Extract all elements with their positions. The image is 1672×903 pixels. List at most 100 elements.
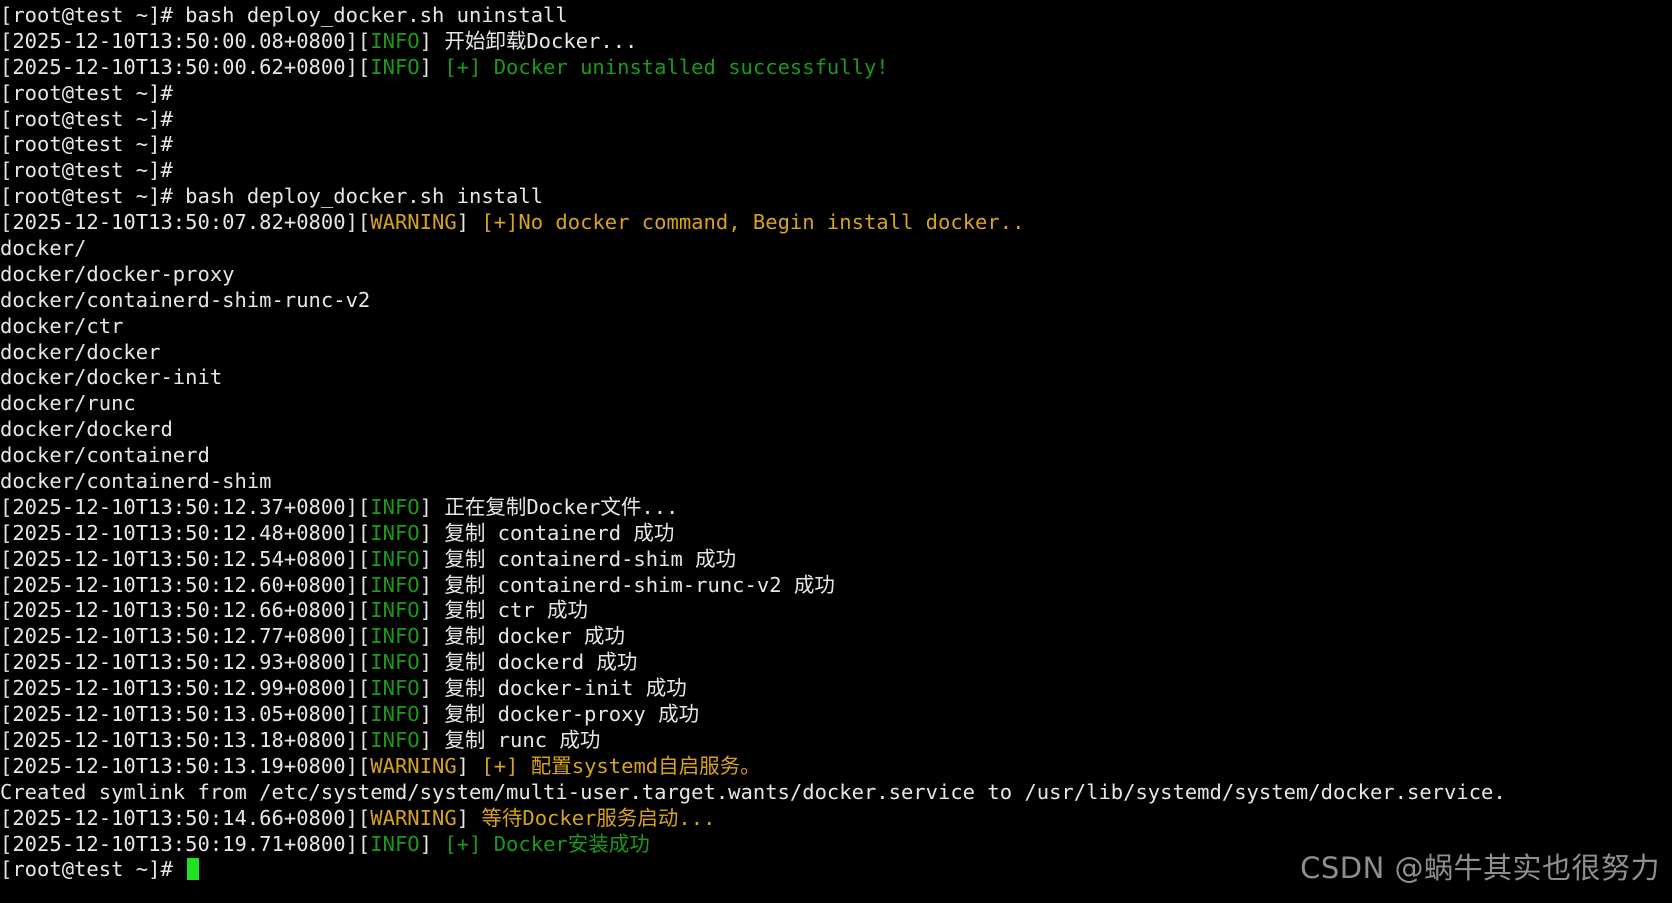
terminal-line: [2025-12-10T13:50:13.18+0800][INFO] 复制 r… [0, 728, 1672, 754]
terminal-line: [root@test ~]# [0, 107, 1672, 133]
terminal-line: [root@test ~]# [0, 158, 1672, 184]
log-level-warning: 等待Docker服务启动... [481, 805, 716, 830]
line-text: [2025-12-10T13:50:12.60+0800][ [0, 572, 371, 597]
line-text: [2025-12-10T13:50:12.77+0800][ [0, 624, 371, 649]
line-text: docker/containerd-shim-runc-v2 [0, 287, 371, 312]
terminal-line: [2025-12-10T13:50:07.82+0800][WARNING] [… [0, 210, 1672, 236]
line-text: ] 复制 containerd 成功 [419, 520, 675, 545]
log-level-info: INFO [370, 520, 420, 545]
line-text: docker/docker-init [0, 365, 223, 390]
line-text: ] 复制 docker-proxy 成功 [419, 702, 700, 727]
terminal-line: [root@test ~]# [0, 132, 1672, 158]
line-text: [root@test ~]# [0, 106, 173, 131]
line-text: [+] Docker安装成功 [444, 831, 650, 856]
terminal-line: [2025-12-10T13:50:00.08+0800][INFO] 开始卸载… [0, 29, 1672, 55]
line-text: docker/ [0, 236, 87, 261]
line-text: ] 复制 runc 成功 [419, 727, 601, 752]
log-level-info: INFO [370, 676, 420, 701]
line-text: [2025-12-10T13:50:13.18+0800][ [0, 727, 371, 752]
terminal-line: [2025-12-10T13:50:14.66+0800][WARNING] 等… [0, 806, 1672, 832]
log-level-info: INFO [370, 28, 420, 53]
line-text: ] 复制 docker 成功 [419, 624, 626, 649]
terminal-line: [2025-12-10T13:50:12.77+0800][INFO] 复制 d… [0, 624, 1672, 650]
line-text: docker/containerd [0, 443, 210, 468]
line-text: ] [456, 210, 482, 235]
line-text: ] 复制 ctr 成功 [419, 598, 589, 623]
text-cursor [187, 858, 200, 881]
terminal-output[interactable]: [root@test ~]# bash deploy_docker.sh uni… [0, 3, 1672, 903]
log-level-warning: WARNING [370, 805, 457, 830]
line-text: ] 复制 docker-init 成功 [419, 676, 687, 701]
log-level-info: INFO [370, 494, 420, 519]
terminal-line: [root@test ~]# [0, 81, 1672, 107]
line-text: [2025-12-10T13:50:19.71+0800][ [0, 831, 371, 856]
line-text: ] 复制 dockerd 成功 [419, 650, 638, 675]
terminal-line: [2025-12-10T13:50:12.37+0800][INFO] 正在复制… [0, 495, 1672, 521]
terminal-line: docker/containerd-shim-runc-v2 [0, 288, 1672, 314]
terminal-line: docker/containerd-shim [0, 469, 1672, 495]
terminal-line: [2025-12-10T13:50:12.66+0800][INFO] 复制 c… [0, 598, 1672, 624]
line-text: docker/ctr [0, 313, 124, 338]
line-text: [root@test ~]# [0, 132, 173, 157]
log-level-warning: [+]No docker command, Begin install dock… [481, 210, 1025, 235]
line-text: ] 复制 containerd-shim 成功 [419, 546, 737, 571]
log-level-info: INFO [370, 54, 420, 79]
line-text: ] [419, 54, 445, 79]
line-text: [2025-12-10T13:50:12.37+0800][ [0, 494, 371, 519]
line-text: [2025-12-10T13:50:07.82+0800][ [0, 210, 371, 235]
terminal-line: [2025-12-10T13:50:13.05+0800][INFO] 复制 d… [0, 702, 1672, 728]
log-level-info: INFO [370, 572, 420, 597]
line-text: docker/dockerd [0, 417, 173, 442]
line-text: ] 正在复制Docker文件... [419, 494, 679, 519]
terminal-lines: [root@test ~]# bash deploy_docker.sh uni… [0, 3, 1672, 857]
line-text: ] 开始卸载Docker... [419, 28, 638, 53]
log-level-warning: WARNING [370, 753, 457, 778]
log-level-info: INFO [370, 598, 420, 623]
line-text: [2025-12-10T13:50:13.19+0800][ [0, 753, 371, 778]
terminal-line: docker/ctr [0, 314, 1672, 340]
line-text: ] 复制 containerd-shim-runc-v2 成功 [419, 572, 835, 597]
csdn-watermark: CSDN @蜗牛其实也很努力 [1300, 851, 1660, 885]
line-text: [root@test ~]# [0, 80, 173, 105]
terminal-line: docker/dockerd [0, 417, 1672, 443]
terminal-line: [2025-12-10T13:50:12.60+0800][INFO] 复制 c… [0, 573, 1672, 599]
prompt-text: [root@test ~]# [0, 857, 186, 882]
line-text: [2025-12-10T13:50:13.05+0800][ [0, 702, 371, 727]
terminal-line: Created symlink from /etc/systemd/system… [0, 780, 1672, 806]
log-level-info: INFO [370, 702, 420, 727]
terminal-line: docker/docker-proxy [0, 262, 1672, 288]
line-text: ] [456, 805, 482, 830]
line-text: [2025-12-10T13:50:14.66+0800][ [0, 805, 371, 830]
terminal-line: [2025-12-10T13:50:12.93+0800][INFO] 复制 d… [0, 650, 1672, 676]
terminal-line: docker/containerd [0, 443, 1672, 469]
line-text: docker/docker [0, 339, 161, 364]
terminal-line: [2025-12-10T13:50:12.48+0800][INFO] 复制 c… [0, 521, 1672, 547]
line-text: [root@test ~]# [0, 158, 173, 183]
line-text: [root@test ~]# bash deploy_docker.sh uni… [0, 3, 568, 27]
line-text: [2025-12-10T13:50:00.08+0800][ [0, 28, 371, 53]
terminal-line: docker/runc [0, 391, 1672, 417]
line-text: ] [419, 831, 445, 856]
line-text: ] [456, 753, 482, 778]
terminal-line: [root@test ~]# bash deploy_docker.sh ins… [0, 184, 1672, 210]
log-level-info: INFO [370, 650, 420, 675]
terminal-line: [2025-12-10T13:50:00.62+0800][INFO] [+] … [0, 55, 1672, 81]
line-text: [2025-12-10T13:50:12.99+0800][ [0, 676, 371, 701]
line-text: Created symlink from /etc/systemd/system… [0, 779, 1506, 804]
terminal-line: docker/docker [0, 340, 1672, 366]
line-text: [2025-12-10T13:50:00.62+0800][ [0, 54, 371, 79]
line-text: [2025-12-10T13:50:12.48+0800][ [0, 520, 371, 545]
line-text: [+] Docker uninstalled successfully! [444, 54, 889, 79]
line-text: [2025-12-10T13:50:12.54+0800][ [0, 546, 371, 571]
log-level-info: INFO [370, 624, 420, 649]
line-text: docker/docker-proxy [0, 261, 235, 286]
terminal-line: [root@test ~]# bash deploy_docker.sh uni… [0, 3, 1672, 29]
terminal-line: [2025-12-10T13:50:12.54+0800][INFO] 复制 c… [0, 547, 1672, 573]
terminal-line: [2025-12-10T13:50:13.19+0800][WARNING] [… [0, 754, 1672, 780]
log-level-warning: WARNING [370, 210, 457, 235]
line-text: [2025-12-10T13:50:12.66+0800][ [0, 598, 371, 623]
log-level-warning: [+] 配置systemd自启服务。 [481, 753, 761, 778]
line-text: [2025-12-10T13:50:12.93+0800][ [0, 650, 371, 675]
line-text: docker/containerd-shim [0, 469, 272, 494]
line-text: docker/runc [0, 391, 136, 416]
